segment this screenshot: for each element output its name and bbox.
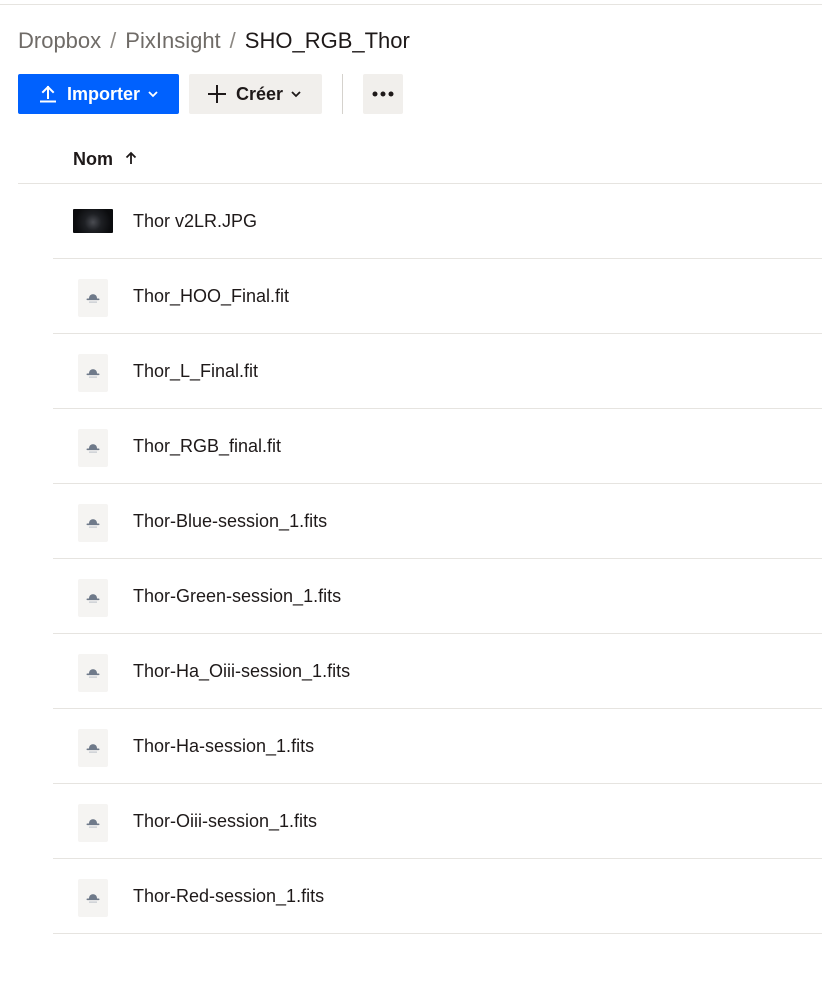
file-name[interactable]: Thor-Red-session_1.fits [133, 859, 324, 933]
file-row[interactable]: Thor_RGB_final.fit [53, 409, 822, 484]
file-row[interactable]: Thor_HOO_Final.fit [53, 259, 822, 334]
chevron-down-icon [290, 88, 302, 100]
file-list: Thor v2LR.JPG Thor_HOO_Final.fit Thor_L_Fi… [53, 184, 822, 934]
top-border [0, 4, 822, 5]
file-name[interactable]: Thor-Oiii-session_1.fits [133, 784, 317, 858]
breadcrumb-item-pixinsight[interactable]: PixInsight [125, 28, 220, 54]
file-name[interactable]: Thor-Ha_Oiii-session_1.fits [133, 634, 350, 708]
file-name[interactable]: Thor-Blue-session_1.fits [133, 484, 327, 558]
column-header-name[interactable]: Nom [73, 146, 137, 172]
more-horizontal-icon [372, 91, 394, 97]
file-row[interactable]: Thor_L_Final.fit [53, 334, 822, 409]
toolbar-divider [342, 74, 343, 114]
file-row[interactable]: Thor-Ha_Oiii-session_1.fits [53, 634, 822, 709]
file-row[interactable]: Thor v2LR.JPG [53, 184, 822, 259]
breadcrumb-current-folder: SHO_RGB_Thor [244, 28, 410, 53]
plus-icon [207, 84, 227, 104]
image-thumbnail [73, 209, 113, 233]
file-name[interactable]: Thor-Green-session_1.fits [133, 559, 341, 633]
generic-file-icon [78, 654, 108, 692]
file-row[interactable]: Thor-Ha-session_1.fits [53, 709, 822, 784]
toolbar: Importer Créer [18, 74, 403, 114]
breadcrumb-separator: / [229, 28, 236, 53]
file-name[interactable]: Thor v2LR.JPG [133, 184, 257, 258]
column-header-label: Nom [73, 148, 113, 169]
file-name[interactable]: Thor-Ha-session_1.fits [133, 709, 314, 783]
file-name[interactable]: Thor_HOO_Final.fit [133, 259, 289, 333]
file-name[interactable]: Thor_RGB_final.fit [133, 409, 281, 483]
file-row[interactable]: Thor-Red-session_1.fits [53, 859, 822, 934]
upload-icon [38, 84, 58, 104]
sort-ascending-arrow-icon [125, 149, 137, 170]
import-button-label: Importer [67, 83, 141, 104]
generic-file-icon [78, 279, 108, 317]
generic-file-icon [78, 504, 108, 542]
file-name[interactable]: Thor_L_Final.fit [133, 334, 258, 408]
create-button[interactable]: Créer [189, 74, 322, 114]
generic-file-icon [78, 579, 108, 617]
generic-file-icon [78, 879, 108, 917]
generic-file-icon [78, 729, 108, 767]
generic-file-icon [78, 354, 108, 392]
generic-file-icon [78, 429, 108, 467]
file-row[interactable]: Thor-Blue-session_1.fits [53, 484, 822, 559]
breadcrumb-item-dropbox[interactable]: Dropbox [18, 28, 101, 54]
breadcrumb: Dropbox / PixInsight / SHO_RGB_Thor [18, 27, 410, 55]
import-button[interactable]: Importer [18, 74, 179, 114]
create-button-label: Créer [236, 83, 284, 104]
generic-file-icon [78, 804, 108, 842]
breadcrumb-separator: / [110, 28, 117, 53]
chevron-down-icon [147, 88, 159, 100]
file-row[interactable]: Thor-Oiii-session_1.fits [53, 784, 822, 859]
more-options-button[interactable] [363, 74, 403, 114]
file-row[interactable]: Thor-Green-session_1.fits [53, 559, 822, 634]
